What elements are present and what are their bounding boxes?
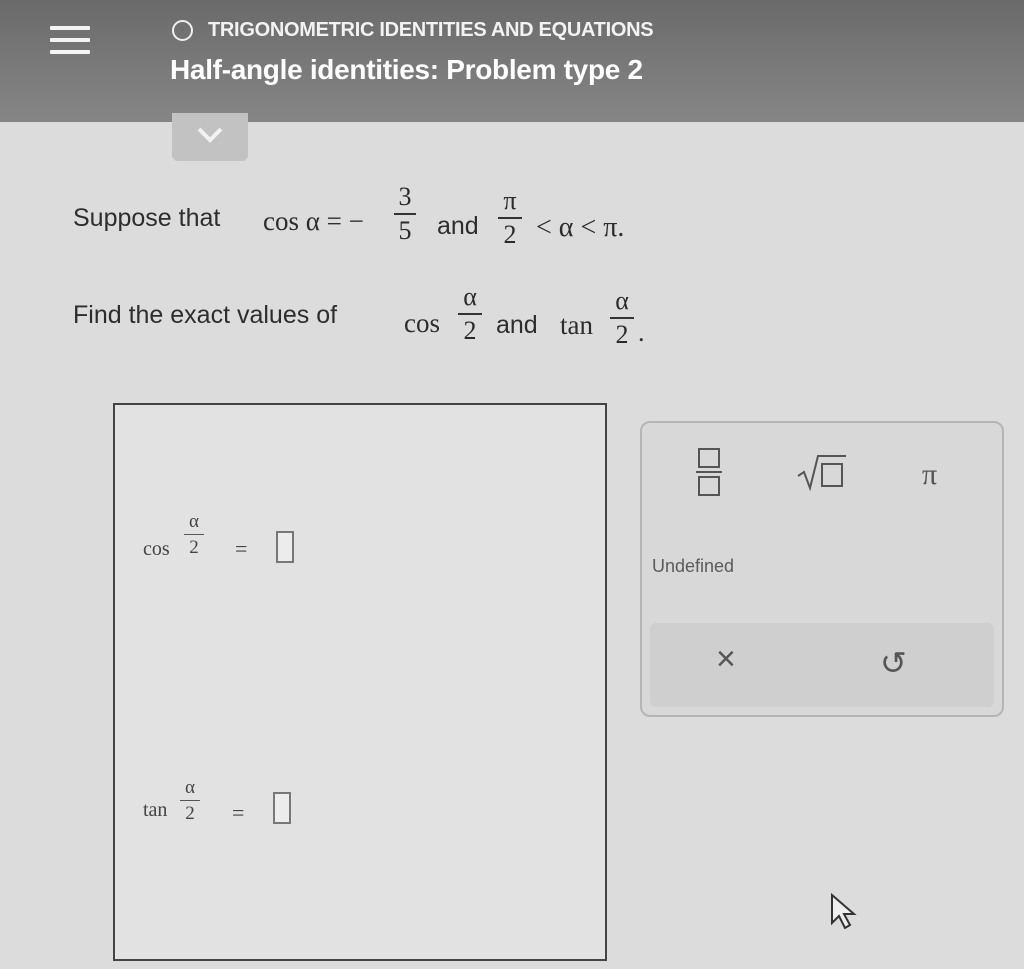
menu-icon[interactable]	[50, 26, 90, 66]
fraction-pi-over-two: π 2	[498, 188, 522, 248]
undefined-button[interactable]: Undefined	[652, 556, 734, 577]
answer-area	[113, 403, 607, 961]
equals-sign: =	[232, 800, 245, 825]
expand-button[interactable]	[172, 113, 248, 161]
clear-button[interactable]: ×	[716, 640, 736, 679]
and-text: and	[437, 212, 479, 240]
fraction-denominator: 2	[463, 316, 477, 345]
fraction-denominator: 2	[615, 320, 629, 349]
pi-button[interactable]: π	[922, 458, 937, 492]
and-text: and	[496, 311, 538, 339]
progress-circle-icon	[172, 20, 193, 41]
fraction-numerator: α	[463, 282, 477, 311]
chevron-down-icon	[197, 127, 223, 143]
undo-icon: ↺	[880, 645, 907, 681]
fraction-denominator: 2	[185, 803, 195, 824]
fraction-denominator: 5	[398, 216, 412, 245]
close-icon: ×	[716, 640, 736, 678]
undo-button[interactable]: ↺	[880, 644, 907, 682]
fraction-denominator: 2	[503, 220, 517, 249]
fraction-numerator: π	[503, 186, 517, 215]
fraction-numerator: α	[185, 777, 195, 798]
fraction-numerator: α	[189, 511, 199, 532]
answer-fraction-alpha-over-two: α 2	[180, 778, 200, 823]
fraction-alpha-over-two: α 2	[458, 284, 482, 344]
cos-answer-input[interactable]	[276, 531, 294, 563]
square-root-button[interactable]	[796, 452, 848, 497]
answer-fraction-alpha-over-two: α 2	[184, 512, 204, 557]
inequality-expression: < α < π.	[536, 212, 625, 243]
fraction-numerator: α	[615, 286, 629, 315]
header-bar: TRIGONOMETRIC IDENTITIES AND EQUATIONS H…	[0, 0, 1024, 122]
fraction-button[interactable]	[696, 446, 722, 503]
fraction-icon	[696, 448, 722, 496]
problem-intro: Suppose that	[73, 204, 221, 232]
fraction-alpha-over-two: α 2	[610, 288, 634, 348]
fraction-denominator: 2	[189, 537, 199, 558]
square-root-icon	[797, 455, 846, 492]
palette-action-row	[650, 623, 994, 707]
answer-tan-label: tan	[143, 799, 168, 821]
find-text: Find the exact values of	[73, 301, 338, 329]
page-title: Half-angle identities: Problem type 2	[170, 54, 643, 85]
fraction-three-fifths: 3 5	[394, 184, 416, 244]
cursor-arrow-icon	[831, 892, 857, 930]
mouse-cursor	[828, 892, 858, 936]
tan-label: tan	[560, 310, 593, 340]
answer-cos-label: cos	[143, 538, 170, 560]
period: .	[638, 318, 645, 347]
topic-label: TRIGONOMETRIC IDENTITIES AND EQUATIONS	[208, 19, 654, 41]
tan-answer-input[interactable]	[273, 792, 291, 824]
fraction-numerator: 3	[398, 182, 412, 211]
equals-sign: =	[235, 536, 248, 561]
cos-alpha-expression: cos α = −	[263, 206, 364, 236]
cos-label: cos	[404, 308, 440, 338]
